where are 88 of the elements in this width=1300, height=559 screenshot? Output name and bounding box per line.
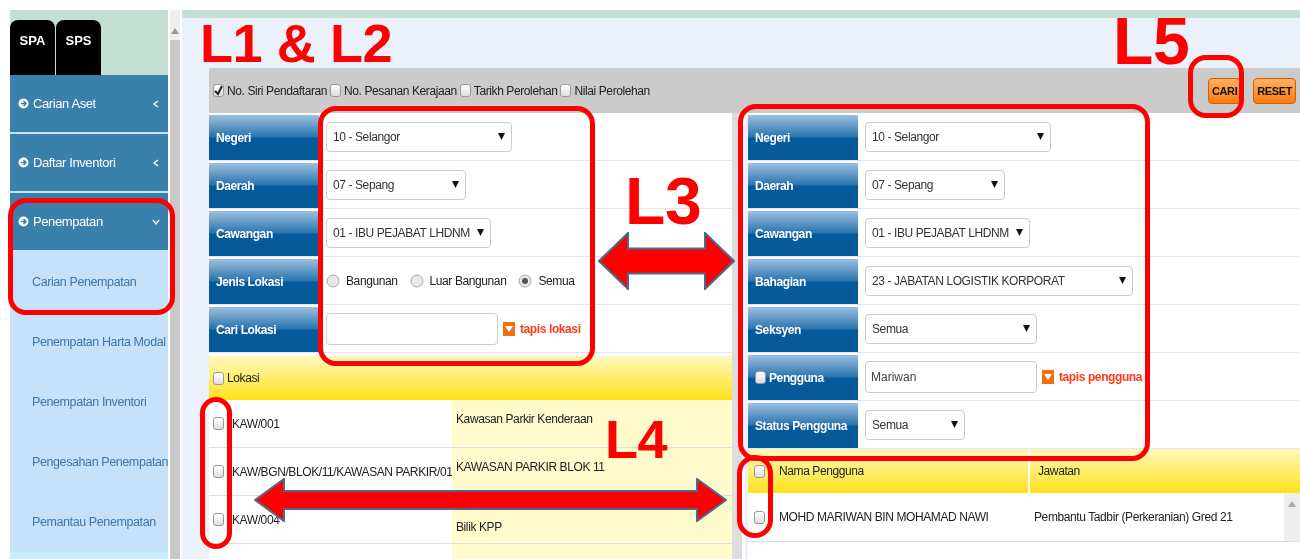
scrollbar-thumb[interactable] xyxy=(170,40,180,559)
dropdown-icon[interactable] xyxy=(503,321,515,336)
submenu-item[interactable]: Pengesahan Penempatan xyxy=(10,432,168,492)
option-label: No. Pesanan Kerajaan xyxy=(344,83,457,98)
select-field[interactable]: 07 - Sepang xyxy=(326,169,466,200)
field-label: Negeri xyxy=(216,130,251,145)
radio-button[interactable] xyxy=(409,273,424,288)
select-field[interactable]: 01 - IBU PEJABAT LHDNM xyxy=(865,217,1030,248)
table-cell: KAW/BGN/BLOK/11/KAWASAN PARKIR/01 xyxy=(232,464,453,479)
filter-link[interactable]: tapis lokasi xyxy=(520,321,581,336)
field-label: Jenis Lokasi xyxy=(216,274,284,289)
field-label: Status Pengguna xyxy=(755,418,847,433)
field-label: Cawangan xyxy=(755,226,812,241)
circle-arrow-icon xyxy=(18,98,29,109)
caret-icon xyxy=(452,180,459,189)
caret-icon xyxy=(477,228,484,237)
column-header: Jawatan xyxy=(1038,464,1080,478)
annotation-label: L1 & L2 xyxy=(200,16,393,70)
highlight-frame xyxy=(1188,55,1244,118)
filter-link[interactable]: tapis pengguna xyxy=(1059,369,1143,384)
scroll-up-icon[interactable] xyxy=(1288,501,1296,507)
checkbox[interactable] xyxy=(330,84,342,97)
radio-label: Bangunan xyxy=(346,273,398,288)
checkbox[interactable] xyxy=(213,417,224,430)
caret-icon xyxy=(1016,228,1023,237)
field-label: Pengguna xyxy=(769,370,824,385)
scrollbar[interactable] xyxy=(732,113,742,559)
table-cell: KAW/001 xyxy=(232,416,280,431)
menu-item[interactable]: Carian Aset xyxy=(10,75,168,134)
submenu-item[interactable]: Pemantau Penempatan xyxy=(10,492,168,552)
select-field[interactable]: 07 - Sepang xyxy=(865,169,1005,200)
tab[interactable]: SPA xyxy=(10,20,55,75)
submenu-item[interactable]: Penempatan Inventori xyxy=(10,372,168,432)
scroll-up-icon[interactable] xyxy=(171,28,179,34)
caret-icon xyxy=(1037,132,1044,141)
dropdown-icon[interactable] xyxy=(1042,369,1054,384)
field-label: Negeri xyxy=(755,130,790,145)
column-header: Nama Pengguna xyxy=(779,464,864,478)
checkbox[interactable] xyxy=(213,513,224,526)
select-field[interactable]: 01 - IBU PEJABAT LHDNM xyxy=(326,217,491,248)
checkbox[interactable] xyxy=(213,84,224,97)
caret-icon xyxy=(1119,276,1126,285)
caret-icon xyxy=(951,420,958,429)
table-cell: KAW/004 xyxy=(232,512,280,527)
checkbox[interactable] xyxy=(755,371,766,384)
select-field[interactable]: 10 - Selangor xyxy=(865,121,1051,152)
field-label: Daerah xyxy=(755,178,794,193)
field-label: Bahagian xyxy=(755,274,806,289)
field-label: Cari Lokasi xyxy=(216,322,277,337)
search-field[interactable]: Mariwan xyxy=(865,360,1037,393)
option-label: No. Siri Pendaftaran xyxy=(227,83,328,98)
radio-label: Luar Bangunan xyxy=(429,273,507,288)
option-label: Tarikh Perolehan xyxy=(473,83,558,98)
table-cell: Pembantu Tadbir (Perkeranian) Gred 21 xyxy=(1034,510,1233,524)
annotation-label: L5 xyxy=(1113,8,1190,74)
caret-icon xyxy=(991,180,998,189)
checkbox[interactable] xyxy=(560,84,572,97)
checkbox[interactable] xyxy=(213,465,224,478)
caret-icon xyxy=(498,132,505,141)
field-label: Cawangan xyxy=(216,226,273,241)
radio-button[interactable] xyxy=(518,273,533,288)
action-button[interactable]: RESET xyxy=(1253,77,1296,104)
circle-arrow-icon xyxy=(18,216,29,227)
search-field[interactable] xyxy=(326,312,498,345)
submenu-item[interactable]: Carian Penempatan xyxy=(10,252,168,312)
column-header: Lokasi xyxy=(227,371,260,385)
checkbox[interactable] xyxy=(754,464,765,478)
field-label: Daerah xyxy=(216,178,255,193)
menu-item[interactable]: Penempatan xyxy=(10,193,168,252)
table-cell: MOHD MARIWAN BIN MOHAMAD NAWI xyxy=(779,510,989,524)
option-label: Nilai Perolehan xyxy=(574,83,650,98)
checkbox[interactable] xyxy=(213,371,224,385)
annotation-label: L3 xyxy=(625,168,702,234)
select-field[interactable]: 10 - Selangor xyxy=(326,121,512,152)
menu-item[interactable]: Daftar Inventori xyxy=(10,134,168,193)
action-button[interactable]: CARI xyxy=(1208,77,1242,104)
circle-arrow-icon xyxy=(18,157,29,168)
radio-label: Semua xyxy=(538,273,575,288)
select-field[interactable]: Semua xyxy=(865,313,1037,344)
tab[interactable]: SPS xyxy=(56,20,101,75)
radio-button[interactable] xyxy=(326,273,340,288)
select-field[interactable]: Semua xyxy=(865,409,965,440)
field-label: Seksyen xyxy=(755,322,801,337)
select-field[interactable]: 23 - JABATAN LOGISTIK KORPORAT xyxy=(865,265,1133,296)
submenu-item[interactable]: Penempatan Harta Modal xyxy=(10,312,168,372)
checkbox[interactable] xyxy=(754,510,765,524)
checkbox[interactable] xyxy=(459,84,471,97)
caret-icon xyxy=(1023,324,1030,333)
